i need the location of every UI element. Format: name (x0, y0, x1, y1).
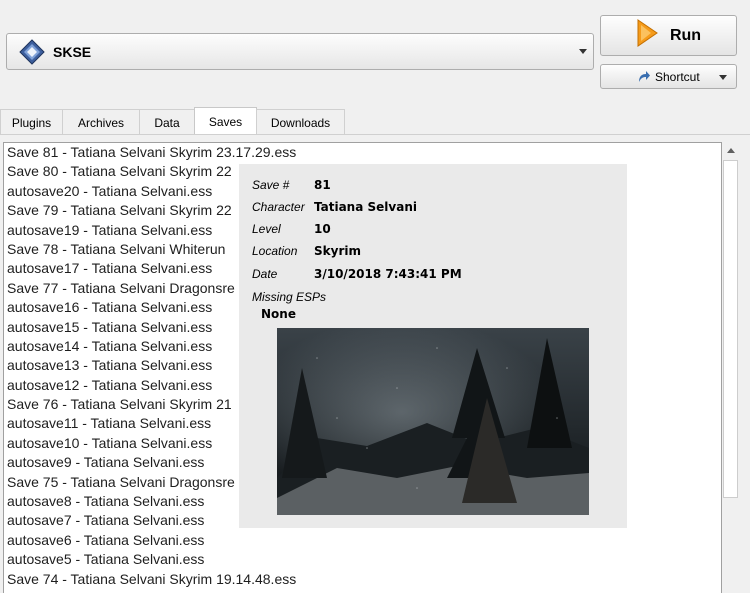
list-item[interactable]: autosave6 - Tatiana Selvani.ess (4, 531, 721, 550)
tooltip-row-save: Save # 81 (252, 178, 331, 192)
tab-data[interactable]: Data (139, 109, 195, 136)
tooltip-row-character: Character Tatiana Selvani (252, 200, 417, 214)
tooltip-row-date: Date 3/10/2018 7:43:41 PM (252, 267, 462, 281)
save-screenshot (277, 328, 589, 515)
run-label: Run (669, 26, 702, 44)
tab-saves[interactable]: Saves (194, 107, 257, 136)
tab-plugins[interactable]: Plugins (0, 109, 63, 136)
vertical-scrollbar[interactable] (722, 142, 739, 593)
list-item[interactable]: Save 74 - Tatiana Selvani Skyrim 19.14.4… (4, 570, 721, 589)
scroll-up-button[interactable] (722, 142, 739, 159)
shortcut-arrow-icon (637, 70, 651, 84)
executable-label: SKSE (53, 43, 92, 60)
run-button[interactable]: Run (600, 15, 737, 56)
list-item[interactable]: Save 81 - Tatiana Selvani Skyrim 23.17.2… (4, 143, 721, 162)
shortcut-button[interactable]: Shortcut (600, 64, 737, 89)
scrollbar-thumb[interactable] (723, 160, 738, 498)
executable-dropdown[interactable]: SKSE (6, 33, 594, 70)
play-triangle-icon (636, 19, 658, 52)
chevron-down-icon[interactable] (719, 75, 727, 80)
tab-bar: Plugins Archives Data Saves Downloads (0, 107, 345, 136)
list-item[interactable]: autosave5 - Tatiana Selvani.ess (4, 550, 721, 569)
chevron-down-icon (579, 49, 587, 54)
missing-esps-label: Missing ESPs (252, 290, 327, 304)
tab-archives[interactable]: Archives (62, 109, 140, 136)
tab-downloads[interactable]: Downloads (256, 109, 345, 136)
save-info-tooltip: Save # 81 Character Tatiana Selvani Leve… (239, 164, 627, 528)
tooltip-row-level: Level 10 (252, 222, 331, 236)
skse-diamond-icon (19, 38, 45, 65)
tooltip-row-location: Location Skyrim (252, 244, 361, 258)
missing-esps-value: None (261, 307, 296, 321)
shortcut-label: Shortcut (655, 69, 700, 84)
chevron-up-icon (726, 148, 735, 153)
